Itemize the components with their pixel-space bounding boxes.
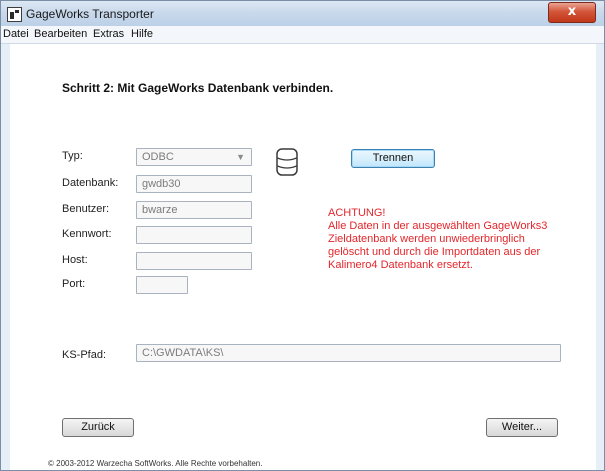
datenbank-label: Datenbank: — [62, 177, 119, 189]
menu-bar: Datei Bearbeiten Extras Hilfe — [1, 26, 604, 44]
warning-message: ACHTUNG! Alle Daten in der ausgewählten … — [328, 207, 568, 272]
typ-value: ODBC — [142, 151, 174, 163]
warning-line: Alle Daten in der ausgewählten GageWorks… — [328, 220, 548, 232]
copyright-text: © 2003-2012 Warzecha SoftWorks. Alle Rec… — [48, 459, 263, 468]
database-icon — [276, 148, 298, 176]
warning-heading: ACHTUNG! — [328, 207, 386, 219]
ks-pfad-field[interactable]: C:\GWDATA\KS\ — [136, 344, 561, 362]
app-icon — [7, 7, 22, 22]
typ-dropdown[interactable]: ODBC ▼ — [136, 148, 252, 166]
warning-line: Zieldatenbank werden unwiederbringlich — [328, 233, 525, 245]
host-label: Host: — [62, 254, 88, 266]
port-field[interactable] — [136, 276, 188, 294]
close-button[interactable]: x — [548, 2, 596, 23]
title-bar[interactable]: GageWorks Transporter x — [1, 1, 604, 27]
benutzer-label: Benutzer: — [62, 203, 110, 215]
page-title: Schritt 2: Mit GageWorks Datenbank verbi… — [62, 81, 334, 95]
warning-line: Kalimero4 Datenbank ersetzt. — [328, 259, 473, 271]
zurueck-button[interactable]: Zurück — [62, 418, 134, 437]
window-title: GageWorks Transporter — [26, 7, 154, 21]
kennwort-field[interactable] — [136, 226, 252, 244]
chevron-down-icon: ▼ — [236, 152, 245, 162]
wizard-content: Schritt 2: Mit GageWorks Datenbank verbi… — [10, 44, 596, 470]
port-label: Port: — [62, 278, 86, 290]
benutzer-field[interactable]: bwarze — [136, 201, 252, 219]
menu-hilfe[interactable]: Hilfe — [131, 28, 153, 40]
ks-pfad-label: KS-Pfad: — [62, 349, 107, 361]
host-field[interactable] — [136, 252, 252, 270]
weiter-button[interactable]: Weiter... — [486, 418, 558, 437]
kennwort-label: Kennwort: — [62, 228, 112, 240]
warning-line: gelöscht und durch die Importdaten aus d… — [328, 246, 541, 258]
trennen-button[interactable]: Trennen — [351, 149, 435, 168]
left-frame-edge — [1, 44, 10, 470]
menu-extras[interactable]: Extras — [93, 28, 124, 40]
app-window: GageWorks Transporter x Datei Bearbeiten… — [0, 0, 605, 471]
typ-label: Typ: — [62, 150, 83, 162]
menu-datei[interactable]: Datei — [3, 28, 29, 40]
menu-bearbeiten[interactable]: Bearbeiten — [34, 28, 87, 40]
datenbank-field[interactable]: gwdb30 — [136, 175, 252, 193]
